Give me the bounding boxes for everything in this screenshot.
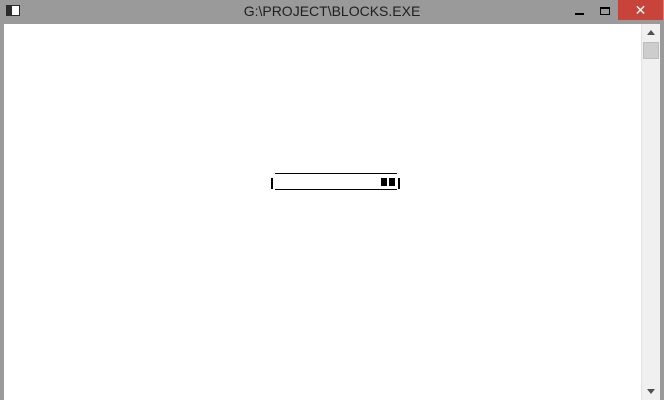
- paddle-top-edge: [275, 173, 397, 174]
- paddle-right-cap: [398, 178, 400, 189]
- close-button[interactable]: ✕: [618, 0, 663, 20]
- arrow-up-icon: [647, 30, 655, 35]
- scrollbar-thumb[interactable]: [643, 42, 659, 59]
- maximize-icon: [600, 6, 610, 15]
- title-bar[interactable]: G:\PROJECT\BLOCKS.EXE ✕: [0, 0, 664, 24]
- window-right-border: [660, 24, 664, 400]
- block: [389, 178, 395, 186]
- console-client-area[interactable]: [4, 24, 641, 400]
- paddle-bottom-edge: [275, 189, 397, 190]
- app-window: G:\PROJECT\BLOCKS.EXE ✕: [0, 0, 664, 400]
- paddle-left-cap: [271, 178, 273, 189]
- vertical-scrollbar[interactable]: [641, 24, 660, 400]
- minimize-icon: [574, 12, 584, 15]
- maximize-button[interactable]: [592, 0, 618, 21]
- block: [381, 178, 387, 186]
- minimize-button[interactable]: [566, 0, 592, 21]
- scroll-up-button[interactable]: [642, 24, 660, 41]
- close-icon: ✕: [634, 1, 647, 18]
- arrow-down-icon: [647, 389, 655, 394]
- window-title: G:\PROJECT\BLOCKS.EXE: [243, 3, 421, 19]
- scroll-down-button[interactable]: [642, 383, 660, 400]
